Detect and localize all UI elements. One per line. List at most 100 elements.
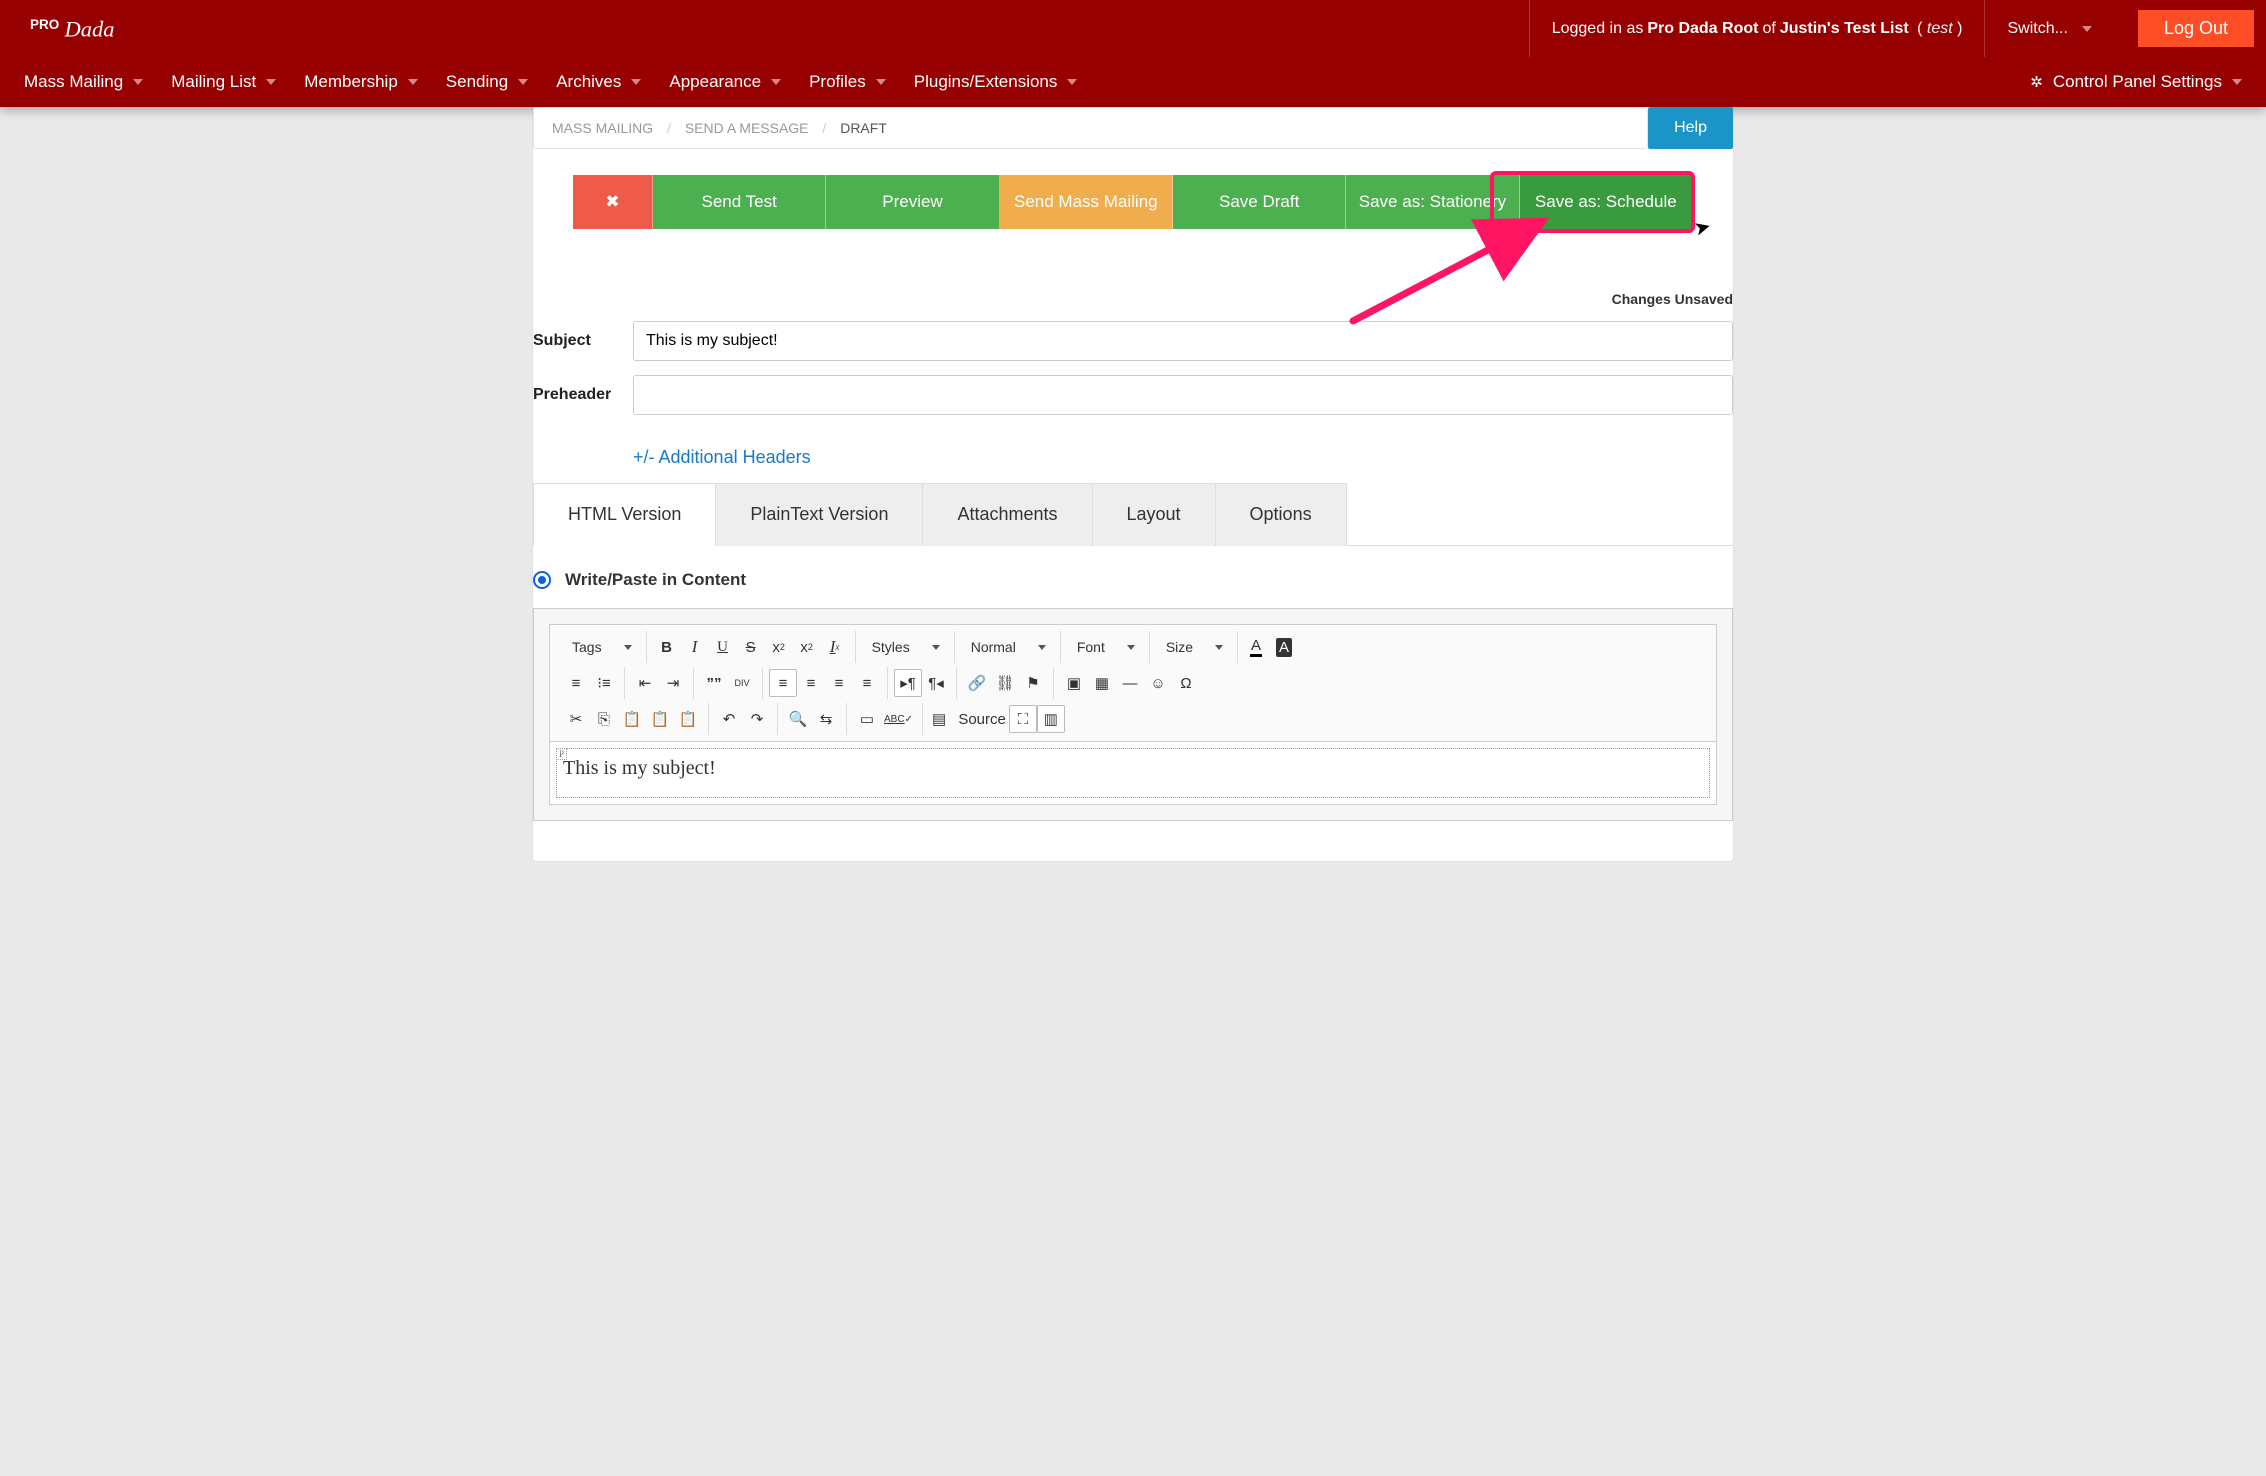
logout-button[interactable]: Log Out [2138, 10, 2254, 47]
remove-format-button[interactable]: Ix [821, 633, 849, 661]
source-button[interactable]: ▤ Source [929, 705, 1009, 733]
nav-control-panel[interactable]: ✲ Control Panel Settings [2016, 57, 2256, 107]
scissors-icon: ✂ [570, 710, 583, 728]
bg-color-button[interactable]: A [1272, 633, 1300, 661]
subject-input[interactable] [633, 321, 1733, 361]
align-right-button[interactable]: ≡ [825, 669, 853, 697]
numbered-list-button[interactable]: ≡ [562, 669, 590, 697]
align-left-button[interactable]: ≡ [769, 669, 797, 697]
spellcheck-button[interactable]: ABC✓ [881, 705, 916, 733]
show-blocks-button[interactable]: ▥ [1037, 705, 1065, 733]
nav-mailing-list[interactable]: Mailing List [157, 57, 290, 107]
maximize-button[interactable]: ⛶ [1009, 705, 1037, 733]
tags-dropdown[interactable]: Tags [562, 633, 640, 661]
chevron-down-icon [876, 79, 886, 85]
ltr-button[interactable]: ▸¶ [894, 669, 922, 697]
undo-button[interactable]: ↶ [715, 705, 743, 733]
copy-button[interactable]: ⎘ [590, 705, 618, 733]
switch-dropdown[interactable]: Switch... [1984, 0, 2123, 57]
smiley-button[interactable]: ☺ [1144, 669, 1172, 697]
find-button[interactable]: 🔍 [784, 705, 812, 733]
content-mode-radio[interactable]: Write/Paste in Content [533, 570, 1733, 590]
div-button[interactable]: DIV [728, 669, 756, 697]
save-draft-button[interactable]: Save Draft [1173, 175, 1346, 229]
action-bar: ✖ Send Test Preview Send Mass Mailing Sa… [573, 175, 1693, 229]
breadcrumb-item[interactable]: MASS MAILING [552, 120, 653, 136]
cursor-icon: ➤ [1691, 213, 1714, 241]
close-button[interactable]: ✖ [573, 175, 653, 229]
outdent-button[interactable]: ⇤ [631, 669, 659, 697]
styles-dropdown[interactable]: Styles [862, 633, 948, 661]
redo-button[interactable]: ↷ [743, 705, 771, 733]
chevron-down-icon [1067, 79, 1077, 85]
nav-plugins[interactable]: Plugins/Extensions [900, 57, 1092, 107]
paste-word-button[interactable]: 📋 [674, 705, 702, 733]
nav-mass-mailing[interactable]: Mass Mailing [10, 57, 157, 107]
bold-button[interactable]: B [653, 633, 681, 661]
cut-button[interactable]: ✂ [562, 705, 590, 733]
underline-button[interactable]: U [709, 633, 737, 661]
font-dropdown[interactable]: Font [1067, 633, 1143, 661]
send-test-button[interactable]: Send Test [653, 175, 826, 229]
nav-profiles[interactable]: Profiles [795, 57, 900, 107]
send-mass-mailing-button[interactable]: Send Mass Mailing [1000, 175, 1173, 229]
anchor-button[interactable]: ⚑ [1019, 669, 1047, 697]
logo[interactable]: PRO Dada [30, 9, 150, 49]
align-right-icon: ≡ [835, 675, 844, 692]
save-schedule-button[interactable]: Save as: Schedule [1520, 175, 1693, 229]
size-dropdown[interactable]: Size [1156, 633, 1231, 661]
chevron-down-icon [1127, 645, 1135, 650]
nav-membership[interactable]: Membership [290, 57, 432, 107]
image-button[interactable]: ▣ [1060, 669, 1088, 697]
italic-button[interactable]: I [681, 633, 709, 661]
save-stationery-button[interactable]: Save as: Stationery [1346, 175, 1519, 229]
ul-icon: ⁝≡ [597, 674, 611, 692]
help-button[interactable]: Help [1648, 107, 1733, 149]
align-left-icon: ≡ [779, 675, 788, 692]
additional-headers-toggle[interactable]: +/- Additional Headers [633, 429, 811, 478]
nav-appearance[interactable]: Appearance [655, 57, 795, 107]
superscript-button[interactable]: x2 [793, 633, 821, 661]
preview-button[interactable]: Preview [826, 175, 999, 229]
close-icon: ✖ [605, 192, 619, 211]
paste-button[interactable]: 📋 [618, 705, 646, 733]
hr-icon: — [1123, 675, 1138, 692]
text-color-button[interactable]: A [1244, 633, 1272, 661]
flag-icon: ⚑ [1026, 674, 1039, 692]
breadcrumb-item-active: DRAFT [840, 120, 887, 136]
breadcrumb-item[interactable]: SEND A MESSAGE [685, 120, 809, 136]
align-center-button[interactable]: ≡ [797, 669, 825, 697]
svg-text:PRO: PRO [30, 17, 59, 32]
nav-sending[interactable]: Sending [432, 57, 542, 107]
replace-button[interactable]: ⇆ [812, 705, 840, 733]
bullet-list-button[interactable]: ⁝≡ [590, 669, 618, 697]
preheader-input[interactable] [633, 375, 1733, 415]
editor-content-area[interactable]: P This is my subject! [556, 748, 1710, 798]
align-justify-button[interactable]: ≡ [853, 669, 881, 697]
paste-text-button[interactable]: 📋 [646, 705, 674, 733]
tab-options[interactable]: Options [1215, 483, 1347, 546]
blockquote-button[interactable]: ”” [700, 669, 728, 697]
strike-button[interactable]: S [737, 633, 765, 661]
tab-plaintext-version[interactable]: PlainText Version [715, 483, 923, 546]
subscript-button[interactable]: x2 [765, 633, 793, 661]
indent-button[interactable]: ⇥ [659, 669, 687, 697]
tab-attachments[interactable]: Attachments [922, 483, 1092, 546]
redo-icon: ↷ [751, 710, 764, 728]
link-button[interactable]: 🔗 [963, 669, 991, 697]
rtl-button[interactable]: ¶◂ [922, 669, 950, 697]
paste-text-icon: 📋 [651, 710, 670, 728]
chevron-down-icon [518, 79, 528, 85]
special-char-button[interactable]: Ω [1172, 669, 1200, 697]
tab-html-version[interactable]: HTML Version [533, 483, 716, 546]
tab-layout[interactable]: Layout [1092, 483, 1216, 546]
select-all-button[interactable]: ▭ [853, 705, 881, 733]
table-button[interactable]: ▦ [1088, 669, 1116, 697]
omega-icon: Ω [1180, 675, 1191, 692]
chevron-down-icon [932, 645, 940, 650]
hr-button[interactable]: — [1116, 669, 1144, 697]
nav-archives[interactable]: Archives [542, 57, 655, 107]
format-dropdown[interactable]: Normal [961, 633, 1054, 661]
unlink-button[interactable]: ⛓ [991, 669, 1019, 697]
replace-icon: ⇆ [820, 710, 833, 728]
